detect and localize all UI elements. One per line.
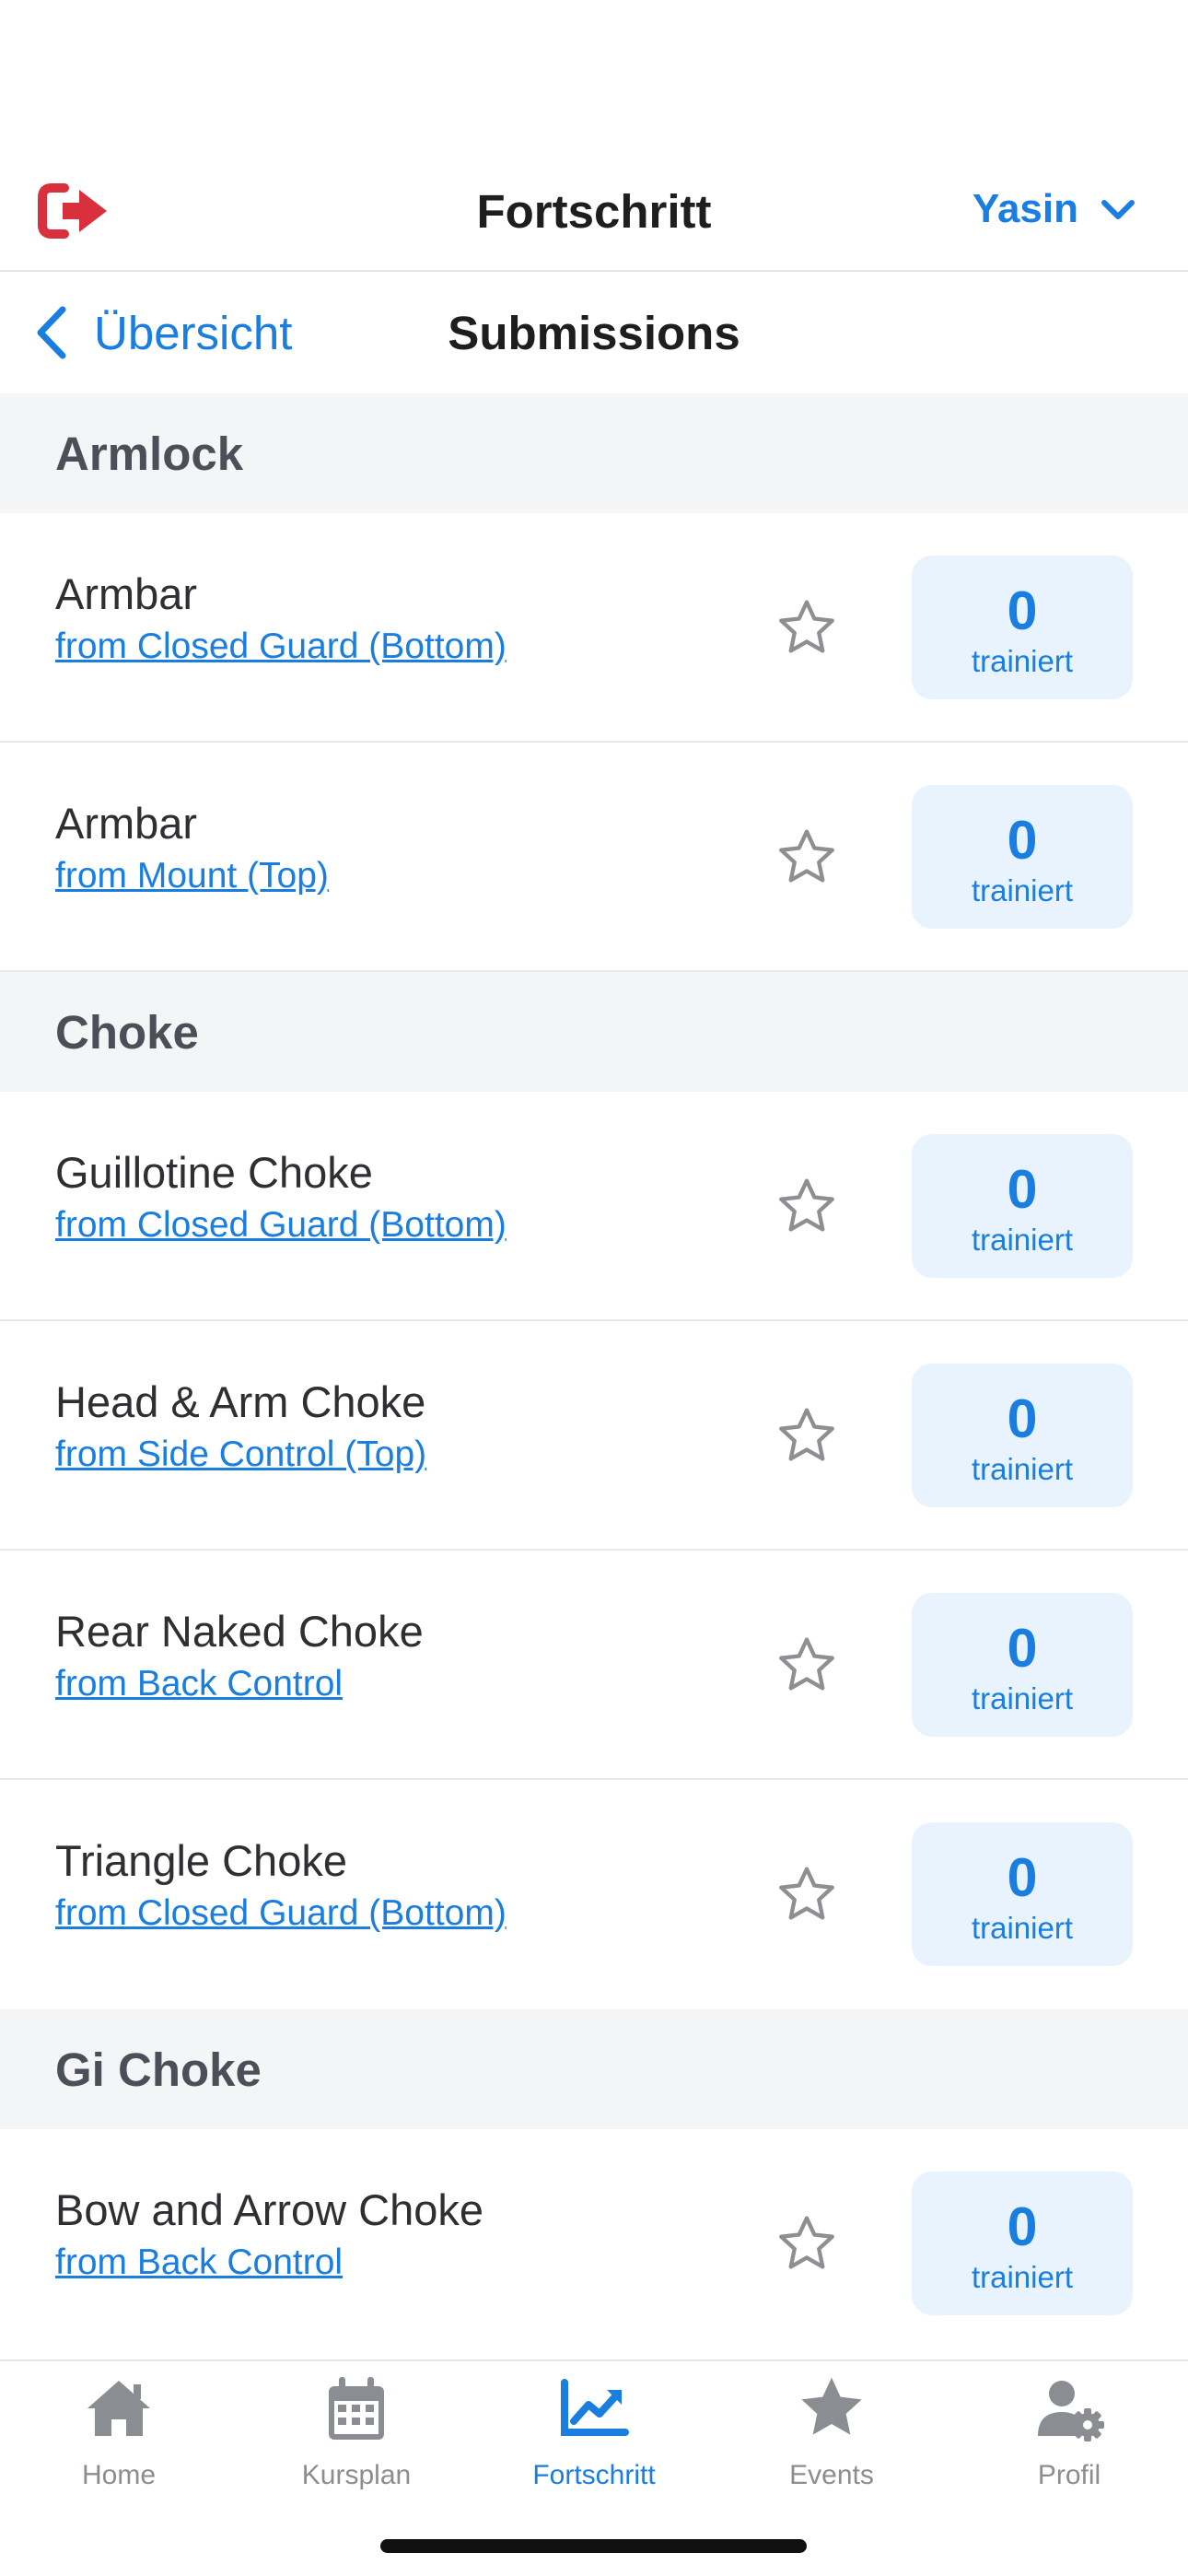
- trained-label: trainiert: [971, 2260, 1074, 2294]
- trained-count-button[interactable]: 0 trainiert: [912, 2172, 1133, 2315]
- trained-count: 0: [1007, 1618, 1038, 1679]
- tab-label: Fortschritt: [532, 2460, 656, 2490]
- tab-events[interactable]: Events: [713, 2371, 950, 2491]
- submission-list: Armlock Armbar from Closed Guard (Bottom…: [0, 393, 1188, 2359]
- star-icon: [801, 2377, 862, 2435]
- star-outline-icon[interactable]: [772, 1173, 842, 1241]
- technique-name: Guillotine Choke: [55, 1148, 373, 1197]
- tab-label: Home: [81, 2460, 157, 2490]
- list-item[interactable]: Armbar from Closed Guard (Bottom) 0 trai…: [0, 513, 1188, 743]
- trained-count: 0: [1007, 810, 1038, 871]
- list-item[interactable]: Bow and Arrow Choke from Back Control 0 …: [0, 2129, 1188, 2359]
- tab-fortschritt[interactable]: Fortschritt: [475, 2371, 713, 2491]
- star-outline-icon[interactable]: [772, 1861, 842, 1929]
- list-item[interactable]: Armbar from Mount (Top) 0 trainiert: [0, 743, 1188, 972]
- trained-label: trainiert: [971, 873, 1074, 907]
- star-outline-icon[interactable]: [772, 824, 842, 892]
- technique-name: Armbar: [55, 569, 198, 618]
- user-gear-icon: [1038, 2381, 1104, 2441]
- home-indicator: [380, 2539, 807, 2553]
- trained-label: trainiert: [971, 1681, 1074, 1715]
- technique-name: Armbar: [55, 799, 198, 848]
- trained-count-button[interactable]: 0 trainiert: [912, 1134, 1133, 1278]
- tab-kursplan[interactable]: Kursplan: [238, 2371, 475, 2491]
- trained-label: trainiert: [971, 1911, 1074, 1945]
- position-link[interactable]: from Closed Guard (Bottom): [55, 1893, 507, 1934]
- trained-count-button[interactable]: 0 trainiert: [912, 1593, 1133, 1737]
- star-outline-icon[interactable]: [772, 2210, 842, 2278]
- section-header-armlock: Armlock: [0, 393, 1188, 513]
- trained-count: 0: [1007, 1847, 1038, 1908]
- technique-name: Rear Naked Choke: [55, 1607, 424, 1656]
- tab-label: Events: [789, 2460, 874, 2490]
- trained-count: 0: [1007, 2196, 1038, 2257]
- tab-label: Kursplan: [301, 2460, 412, 2490]
- trained-count-button[interactable]: 0 trainiert: [912, 1822, 1133, 1966]
- technique-name: Bow and Arrow Choke: [55, 2185, 484, 2234]
- chart-line-icon: [561, 2379, 629, 2436]
- list-item[interactable]: Rear Naked Choke from Back Control 0 tra…: [0, 1551, 1188, 1780]
- trained-count-button[interactable]: 0 trainiert: [912, 1364, 1133, 1507]
- position-link[interactable]: from Back Control: [55, 2242, 343, 2283]
- trained-count: 0: [1007, 1388, 1038, 1449]
- tab-label: Profil: [1037, 2460, 1101, 2490]
- chevron-down-icon: [1101, 200, 1135, 219]
- star-outline-icon[interactable]: [772, 1402, 842, 1470]
- status-bar-area: [0, 0, 1188, 175]
- trained-count: 0: [1007, 580, 1038, 641]
- tab-profil[interactable]: Profil: [950, 2371, 1188, 2491]
- position-link[interactable]: from Mount (Top): [55, 856, 329, 896]
- section-header-choke: Choke: [0, 972, 1188, 1092]
- star-outline-icon[interactable]: [772, 594, 842, 662]
- position-link[interactable]: from Closed Guard (Bottom): [55, 1205, 507, 1246]
- section-title: Submissions: [448, 307, 740, 359]
- tab-home[interactable]: Home: [0, 2371, 238, 2491]
- star-outline-icon[interactable]: [772, 1632, 842, 1700]
- list-item[interactable]: Head & Arm Choke from Side Control (Top)…: [0, 1321, 1188, 1551]
- position-link[interactable]: from Back Control: [55, 1664, 343, 1704]
- technique-name: Triangle Choke: [55, 1836, 347, 1885]
- user-name: Yasin: [973, 186, 1078, 231]
- position-link[interactable]: from Side Control (Top): [55, 1434, 426, 1475]
- trained-count-button[interactable]: 0 trainiert: [912, 785, 1133, 929]
- list-item[interactable]: Guillotine Choke from Closed Guard (Bott…: [0, 1092, 1188, 1321]
- home-icon: [87, 2381, 150, 2436]
- trained-count-button[interactable]: 0 trainiert: [912, 556, 1133, 699]
- technique-name: Head & Arm Choke: [55, 1377, 426, 1426]
- calendar-icon: [329, 2377, 384, 2440]
- section-header-gi-choke: Gi Choke: [0, 2009, 1188, 2129]
- trained-label: trainiert: [971, 1452, 1074, 1486]
- list-item[interactable]: Triangle Choke from Closed Guard (Bottom…: [0, 1780, 1188, 2009]
- trained-count: 0: [1007, 1159, 1038, 1220]
- trained-label: trainiert: [971, 644, 1074, 678]
- user-switcher-button[interactable]: Yasin: [973, 186, 1137, 232]
- position-link[interactable]: from Closed Guard (Bottom): [55, 626, 507, 667]
- trained-label: trainiert: [971, 1223, 1074, 1257]
